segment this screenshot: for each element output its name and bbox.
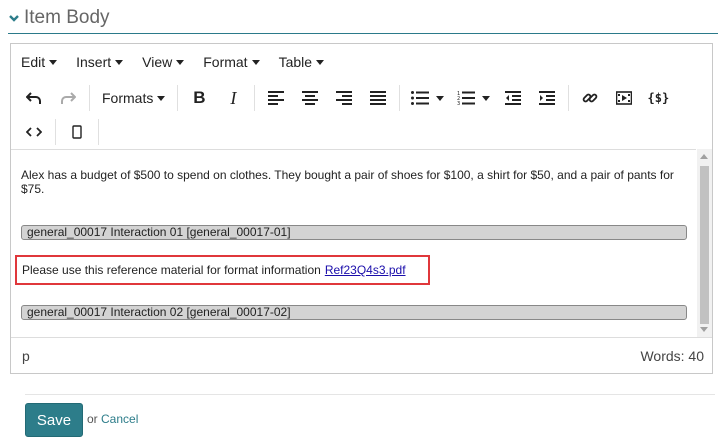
- interaction-placeholder-02[interactable]: general_00017 Interaction 02 [general_00…: [21, 305, 687, 320]
- align-right-button[interactable]: [327, 83, 361, 113]
- caret-down-icon: [316, 59, 325, 65]
- align-left-button[interactable]: [259, 83, 293, 113]
- caret-down-icon: [49, 59, 58, 65]
- menu-table-label: Table: [278, 54, 313, 70]
- indent-icon: [539, 91, 556, 105]
- undo-icon: [26, 92, 41, 104]
- toolbar-separator: [89, 85, 90, 111]
- align-center-icon: [302, 91, 319, 105]
- menu-table[interactable]: Table: [278, 54, 325, 70]
- svg-text:3: 3: [457, 101, 460, 105]
- menu-insert[interactable]: Insert: [76, 54, 124, 70]
- media-icon: [616, 91, 633, 105]
- reference-pdf-link[interactable]: Ref23Q4s3.pdf: [325, 263, 406, 277]
- bold-button[interactable]: B: [182, 83, 216, 113]
- caret-down-icon: [435, 95, 444, 101]
- redo-icon: [61, 92, 76, 104]
- bold-icon: B: [193, 88, 206, 107]
- justify-button[interactable]: [361, 83, 395, 113]
- toolbar-separator: [254, 85, 256, 111]
- item-body-header[interactable]: Item Body: [8, 2, 718, 34]
- content-scrollbar[interactable]: [697, 149, 712, 337]
- undo-button[interactable]: [17, 83, 51, 113]
- editor-toolbar: Formats B I 123 {$}: [11, 81, 712, 115]
- content-paragraph: Alex has a budget of $500 to spend on cl…: [21, 168, 674, 196]
- toolbar-separator: [399, 85, 401, 111]
- redo-button[interactable]: [51, 83, 85, 113]
- section-title: Item Body: [24, 6, 110, 28]
- menu-view-label: View: [142, 54, 173, 70]
- word-count: Words: 40: [640, 347, 704, 364]
- outdent-button[interactable]: [496, 83, 530, 113]
- footer-divider: [25, 394, 715, 395]
- or-cancel-text: or Cancel: [87, 412, 138, 426]
- toolbar-separator: [55, 119, 56, 145]
- interaction-placeholder-01[interactable]: general_00017 Interaction 01 [general_00…: [21, 225, 687, 240]
- caret-down-icon: [481, 95, 490, 101]
- menu-format-label: Format: [203, 54, 248, 70]
- align-left-icon: [268, 91, 285, 105]
- scroll-up-arrow-icon[interactable]: [700, 154, 708, 159]
- source-code-button[interactable]: [17, 117, 51, 147]
- toolbar-separator: [98, 119, 99, 145]
- editor-statusbar: p Words: 40: [11, 337, 712, 373]
- scroll-down-arrow-icon[interactable]: [700, 327, 708, 332]
- italic-button[interactable]: I: [216, 83, 250, 113]
- caret-down-icon: [251, 59, 260, 65]
- editor-menubar: Edit Insert View Format Table: [11, 44, 712, 80]
- menu-format[interactable]: Format: [203, 54, 260, 70]
- caret-down-icon: [157, 95, 166, 101]
- cancel-link[interactable]: Cancel: [101, 412, 138, 426]
- mobile-icon: [72, 125, 82, 139]
- save-button[interactable]: Save: [25, 403, 83, 437]
- mobile-preview-button[interactable]: [60, 117, 94, 147]
- rich-text-editor: Edit Insert View Format Table Formats B …: [10, 43, 713, 374]
- align-right-icon: [336, 91, 353, 105]
- variable-icon: {$}: [647, 91, 670, 105]
- chevron-down-icon[interactable]: [8, 6, 22, 30]
- link-icon: [583, 93, 598, 103]
- bullet-list-button[interactable]: [404, 83, 450, 113]
- menu-edit-label: Edit: [21, 54, 46, 70]
- toolbar-separator: [568, 85, 570, 111]
- menu-edit[interactable]: Edit: [21, 54, 58, 70]
- bullet-list-icon: [410, 91, 429, 105]
- formats-dropdown[interactable]: Formats: [94, 83, 173, 113]
- scrollbar-thumb[interactable]: [700, 166, 709, 324]
- insert-link-button[interactable]: [573, 83, 607, 113]
- numbered-list-button[interactable]: 123: [450, 83, 496, 113]
- code-icon: [26, 127, 42, 137]
- toolbar-separator: [177, 85, 179, 111]
- element-path[interactable]: p: [22, 348, 30, 364]
- align-justify-icon: [370, 91, 387, 105]
- or-text: or: [87, 412, 98, 426]
- formats-label: Formats: [102, 90, 154, 106]
- align-center-button[interactable]: [293, 83, 327, 113]
- outdent-icon: [505, 91, 522, 105]
- caret-down-icon: [176, 59, 185, 65]
- menu-insert-label: Insert: [76, 54, 112, 70]
- editor-content-area[interactable]: Alex has a budget of $500 to spend on cl…: [11, 149, 696, 339]
- insert-media-button[interactable]: [607, 83, 641, 113]
- menu-view[interactable]: View: [142, 54, 185, 70]
- editor-toolbar-row-2: [11, 115, 712, 149]
- indent-button[interactable]: [530, 83, 564, 113]
- italic-icon: I: [230, 87, 237, 108]
- caret-down-icon: [115, 59, 124, 65]
- reference-paragraph-highlight: Please use this reference material for f…: [15, 255, 430, 285]
- numbered-list-icon: 123: [457, 91, 475, 105]
- insert-variable-button[interactable]: {$}: [641, 83, 675, 113]
- reference-text: Please use this reference material for f…: [22, 263, 321, 277]
